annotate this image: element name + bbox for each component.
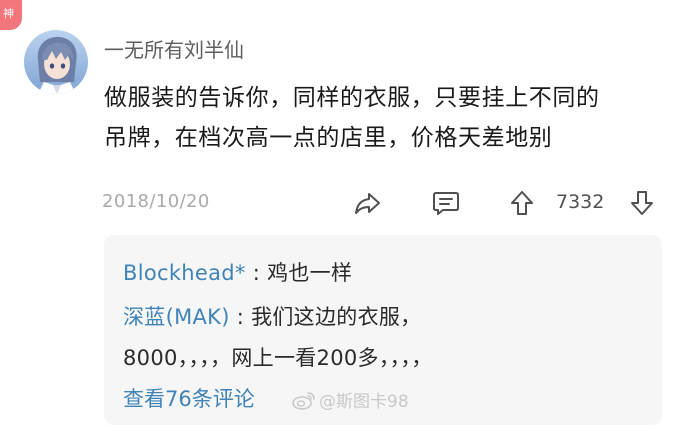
avatar[interactable] xyxy=(24,30,88,94)
weibo-logo-icon xyxy=(292,391,315,410)
comment-date: 2018/10/20 xyxy=(102,191,210,212)
reply-author[interactable]: Blockhead* xyxy=(123,261,246,285)
avatar-image xyxy=(24,30,88,94)
comment-username[interactable]: 一无所有刘半仙 xyxy=(104,34,244,63)
downvote-icon[interactable] xyxy=(627,188,657,218)
vote-count: 7332 xyxy=(556,191,605,213)
view-more-replies-link[interactable]: 查看76条评论 xyxy=(123,383,255,413)
comment-icon[interactable] xyxy=(431,188,461,218)
reply-author[interactable]: 深蓝(MAK) xyxy=(123,305,230,329)
reply-text-continuation: 8000，，，，网上一看200多，，，， xyxy=(123,346,433,370)
reply-text: 鸡也一样 xyxy=(267,261,353,285)
reply-separator: : xyxy=(229,305,252,329)
reply-item[interactable]: Blockhead* : 鸡也一样 xyxy=(123,257,352,287)
reply-separator: : xyxy=(245,261,268,285)
comment-line: 吊牌，在档次高一点的店里，价格天差地别 xyxy=(104,125,553,151)
watermark-text: @斯图卡98 xyxy=(319,392,409,412)
reply-item[interactable]: 深蓝(MAK) : 我们这边的衣服， xyxy=(123,301,421,331)
comment-line: 做服装的告诉你，同样的衣服，只要挂上不同的 xyxy=(104,85,600,111)
god-badge-label: 神 xyxy=(3,7,14,20)
comment-content: 做服装的告诉你，同样的衣服，只要挂上不同的 吊牌，在档次高一点的店里，价格天差地… xyxy=(104,78,664,158)
watermark: @斯图卡98 xyxy=(292,387,409,412)
share-icon[interactable] xyxy=(353,188,383,218)
reply-text: 我们这边的衣服， xyxy=(251,305,422,329)
god-comment-badge: 神 xyxy=(0,0,22,30)
upvote-icon[interactable] xyxy=(507,188,537,218)
